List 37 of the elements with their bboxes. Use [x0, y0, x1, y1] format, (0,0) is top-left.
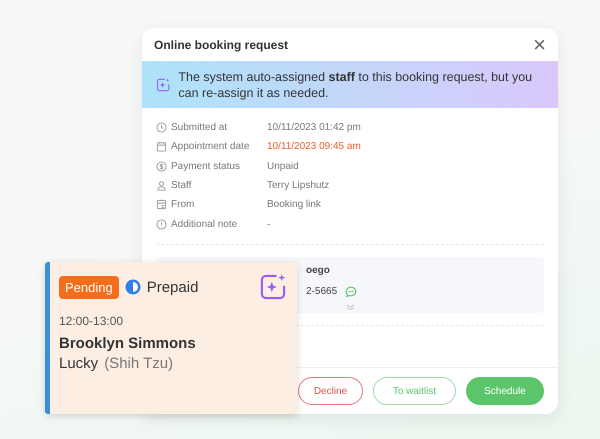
detail-value: Unpaid: [267, 160, 299, 172]
dollar-icon: [156, 160, 167, 172]
calendar-icon: [156, 141, 167, 152]
detail-value: Booking link: [267, 199, 321, 210]
pet-breed: (Shih Tzu): [104, 355, 174, 372]
clock-icon: [156, 122, 167, 134]
sparkle-icon: [259, 273, 287, 301]
client-phone: 2-5665: [306, 286, 338, 298]
info-icon: [156, 218, 167, 230]
appointment-card[interactable]: Pending Prepaid 12:00-13:00 Brooklyn Simmons Lucky (Shih Tzu): [45, 262, 297, 414]
status-badge: Pending: [59, 276, 119, 298]
waitlist-button[interactable]: To waitlist: [373, 377, 456, 405]
detail-label: Appointment date: [171, 141, 250, 152]
detail-value: 10/11/2023 09:45 am: [267, 141, 361, 152]
detail-label: From: [171, 199, 196, 210]
decline-button[interactable]: Decline: [298, 377, 363, 405]
expand-chevron-icon[interactable]: [346, 304, 355, 310]
close-button[interactable]: ×: [533, 34, 546, 56]
schedule-button[interactable]: Schedule: [466, 377, 544, 405]
person-icon: [156, 180, 167, 192]
detail-value: -: [267, 218, 270, 230]
client-name: oego: [306, 264, 331, 276]
detail-value: 10/11/2023 01:42 pm: [267, 122, 361, 134]
form-icon: [156, 199, 167, 210]
half-circle-icon: [124, 279, 141, 295]
detail-label: Submitted at: [171, 122, 228, 134]
banner-text: The system auto-assigned staff to this booking request, but you can re-assign it as needed.: [178, 68, 534, 100]
detail-label: Payment status: [171, 160, 241, 172]
detail-label: Additional note: [171, 218, 238, 230]
client-name: Brooklyn Simmons: [59, 335, 197, 352]
dialog-title: Online booking request: [154, 38, 288, 52]
detail-label: Staff: [171, 180, 192, 192]
pet-name: Lucky: [59, 355, 98, 372]
payment-status: Prepaid: [146, 278, 198, 296]
chat-icon[interactable]: [345, 286, 358, 298]
appointment-time: 12:00-13:00: [59, 314, 124, 328]
detail-value: Terry Lipshutz: [267, 180, 330, 192]
